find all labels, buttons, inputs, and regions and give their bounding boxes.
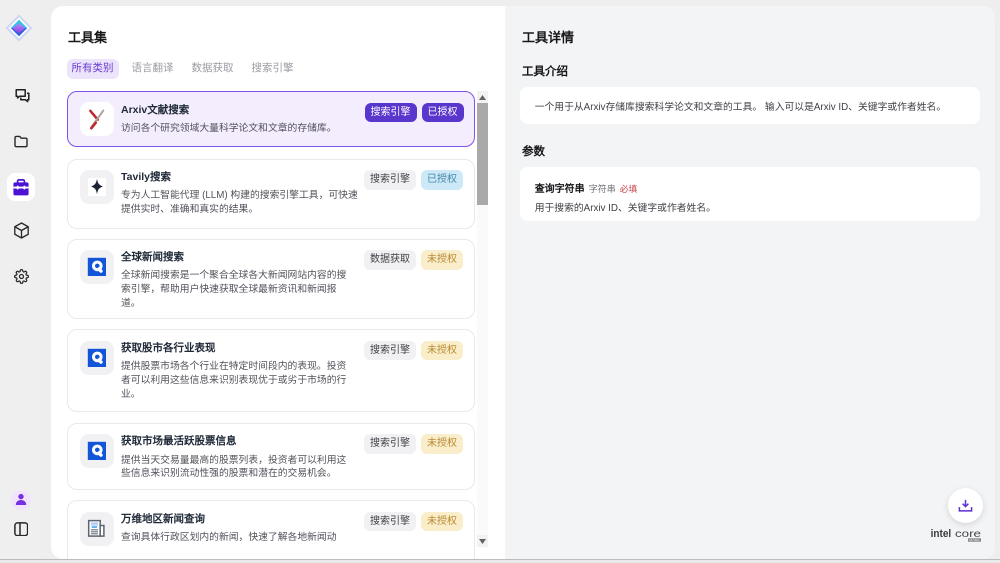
svg-text:intel: intel xyxy=(931,528,952,540)
svg-text:ULTRA: ULTRA xyxy=(969,538,979,542)
